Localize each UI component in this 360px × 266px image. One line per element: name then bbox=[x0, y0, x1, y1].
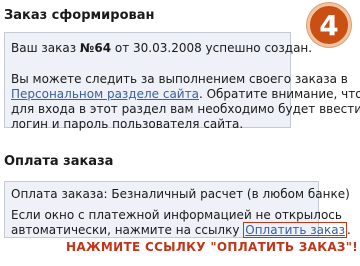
payment-method-line: Оплата заказа: Безналичный расчет (в люб… bbox=[11, 187, 350, 201]
order-text-suffix: от 30.03.2008 успешно создан. bbox=[111, 41, 313, 55]
tracking-text-line4: логин и пароль пользователя сайта. bbox=[11, 117, 244, 131]
order-created-line: Ваш заказ №64 от 30.03.2008 успешно созд… bbox=[11, 41, 312, 56]
tracking-text-line2-suffix: . Обратите внимание, что bbox=[198, 87, 360, 101]
payment-info-box: Оплата заказа: Безналичный расчет (в люб… bbox=[4, 181, 351, 238]
payment-info-line2-suffix: . bbox=[346, 223, 351, 237]
payment-section-title: Оплата заказа bbox=[4, 154, 114, 169]
order-text-prefix: Ваш заказ bbox=[11, 41, 80, 55]
pay-link-highlight: Оплатить заказ bbox=[243, 222, 347, 238]
personal-section-link[interactable]: Персональном разделе сайта bbox=[11, 87, 199, 101]
pay-order-link[interactable]: Оплатить заказ bbox=[245, 223, 345, 237]
tracking-text-line1: Вы можете следить за выполнением своего … bbox=[11, 72, 348, 86]
payment-info-line1: Если окно с платежной информацией не отк… bbox=[11, 208, 342, 222]
tracking-text-line3: для входа в этот раздел вам необходимо б… bbox=[11, 102, 360, 116]
order-section-title: Заказ сформирован bbox=[4, 8, 155, 23]
order-number: №64 bbox=[79, 41, 112, 55]
click-link-callout: НАЖМИТЕ ССЫЛКУ "ОПЛАТИТЬ ЗАКАЗ"! bbox=[66, 240, 359, 254]
order-info-box: Ваш заказ №64 от 30.03.2008 успешно созд… bbox=[4, 32, 360, 131]
step-number-badge: 4 bbox=[307, 3, 351, 47]
payment-info-line2-prefix: автоматически, нажмите на ссылку bbox=[11, 223, 244, 237]
tracking-text-line2: Персональном разделе сайта. Обратите вни… bbox=[11, 87, 360, 102]
payment-info-line2: автоматически, нажмите на ссылку Оплатит… bbox=[11, 222, 351, 238]
